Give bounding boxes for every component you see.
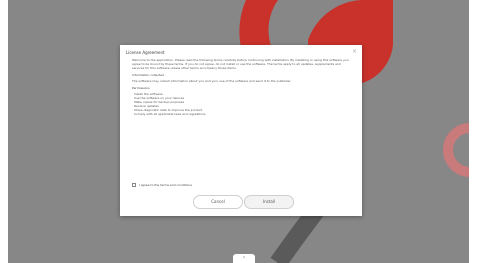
close-icon[interactable]: × — [351, 48, 358, 55]
install-button[interactable]: Install — [244, 195, 294, 209]
license-dialog: License Agreement × Welcome to the appli… — [120, 45, 362, 216]
desktop-screen: License Agreement × Welcome to the appli… — [0, 0, 477, 263]
list-item: Comply with all applicable laws and regu… — [134, 112, 206, 116]
notice-paragraph: The software may collect information abo… — [132, 79, 292, 83]
dialog-body: Welcome to the application. Please read … — [132, 58, 354, 186]
taskbar-chevron-icon[interactable]: ⌃ — [233, 254, 255, 263]
info-heading: Information collected — [132, 73, 164, 77]
pink-ring-shape — [443, 123, 469, 177]
agree-checkbox-row[interactable]: I agree to the terms and conditions — [132, 183, 192, 187]
cancel-button[interactable]: Cancel — [193, 195, 243, 209]
intro-paragraph: Welcome to the application. Please read … — [132, 58, 349, 70]
permissions-heading: Permissions — [132, 86, 150, 90]
agree-checkbox-label: I agree to the terms and conditions — [139, 183, 192, 187]
dialog-title: License Agreement — [126, 50, 165, 55]
agree-checkbox[interactable] — [132, 183, 136, 187]
